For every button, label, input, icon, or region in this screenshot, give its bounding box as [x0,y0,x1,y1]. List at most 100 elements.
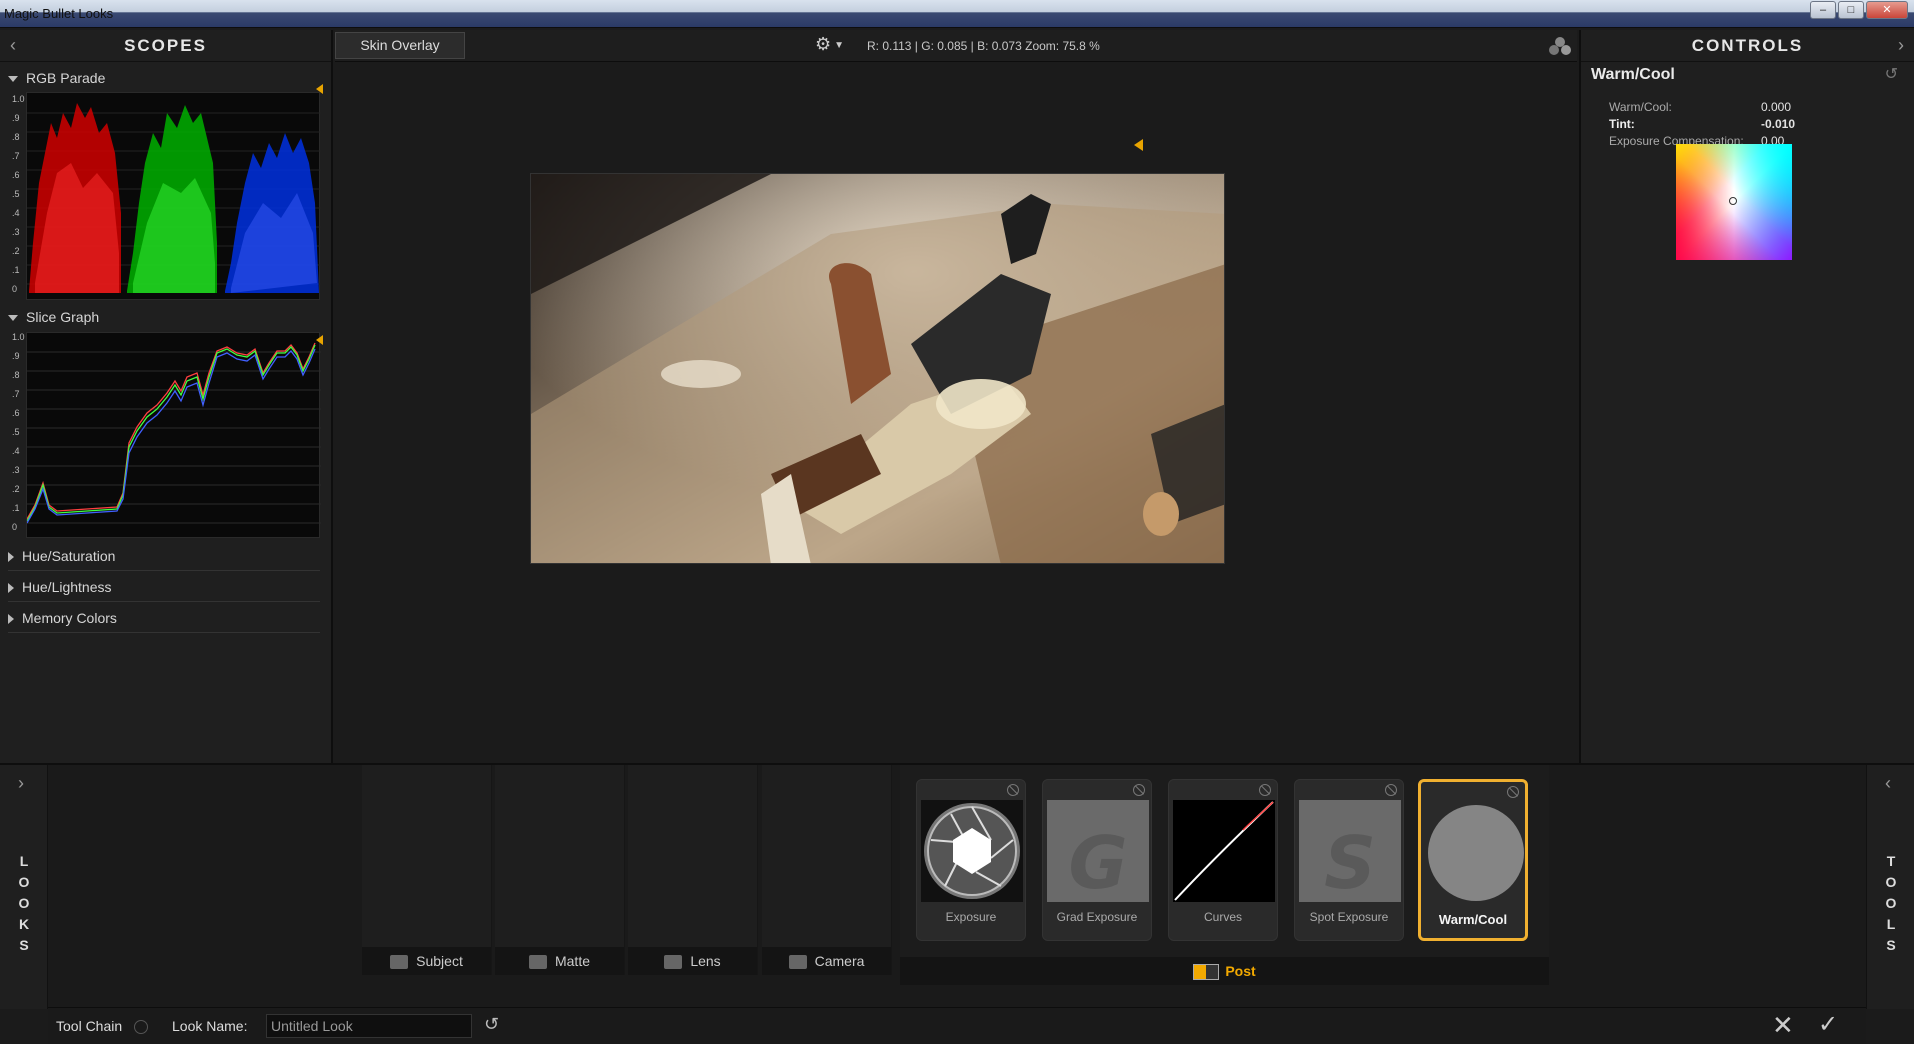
divider [8,601,320,602]
slot-label: Matte [495,947,624,975]
chevron-down-icon: ▼ [834,39,845,51]
slot-label: Camera [762,947,891,975]
slot-matte[interactable]: Matte [495,765,625,975]
tool-card-spot-exposure[interactable]: S Spot Exposure [1294,779,1404,941]
section-rgb-parade[interactable]: RGB Parade [8,70,105,86]
rgb-parade-scale: 1.0 .9 .8 .7 .6 .5 .4 .3 .2 .1 0 [8,90,28,302]
slice-graph-marker[interactable] [316,335,323,345]
color-picker-handle[interactable] [1729,197,1737,205]
tool-name: Spot Exposure [1309,910,1389,924]
tool-name: Exposure [945,910,997,924]
confirm-icon[interactable]: ✓ [1818,1010,1838,1039]
rgb-parade-graphic [27,103,321,293]
scale-label: .6 [12,170,20,180]
divider [8,632,320,633]
bypass-icon[interactable] [1385,784,1397,796]
close-window-button[interactable]: ✕ [1866,1,1908,19]
scale-label: .8 [12,370,20,380]
param-tint[interactable]: Tint: -0.010 [1609,117,1795,131]
look-name-label: Look Name: [172,1018,248,1034]
controls-header: CONTROLS › [1581,30,1914,62]
section-label: Memory Colors [22,610,117,626]
window-titlebar: Magic Bullet Looks – □ ✕ [0,0,1914,28]
scale-label: 0 [12,522,18,532]
collapsed-triangle-icon [8,614,14,625]
expand-looks-icon[interactable]: › [18,773,24,794]
subject-icon [390,955,409,970]
svg-text:G: G [1068,821,1127,902]
tool-card-warm-cool[interactable]: Warm/Cool [1418,779,1528,941]
scale-label: .9 [12,351,20,361]
status-bar: Tool Chain Look Name: Untitled Look ↺ ✕ … [48,1007,1866,1044]
expand-triangle-icon [8,315,18,322]
rgb-parade-marker[interactable] [316,84,323,94]
collapse-right-panel-icon[interactable]: › [1898,35,1904,56]
minimize-button[interactable]: – [1810,1,1836,19]
window-controls: – □ ✕ [1810,1,1908,19]
cancel-icon[interactable]: ✕ [1772,1010,1794,1041]
slice-graph-scope [26,332,321,538]
matte-icon [528,955,547,970]
slot-label: Subject [362,947,491,975]
looks-sidebar[interactable]: › LOOKS [0,765,48,1009]
collapsed-triangle-icon [8,583,14,594]
undo-icon[interactable]: ↺ [484,1014,499,1035]
maximize-button[interactable]: □ [1838,1,1864,19]
tools-label: TOOLS [1885,853,1897,953]
param-label: Tint: [1609,117,1635,131]
expand-tools-icon[interactable]: ‹ [1885,773,1891,794]
scopes-title: SCOPES [124,36,207,55]
scale-label: .3 [12,465,20,475]
look-name-input[interactable]: Untitled Look [266,1014,472,1038]
tool-card-exposure[interactable]: Exposure [916,779,1026,941]
section-memory-colors[interactable]: Memory Colors [8,610,117,626]
bypass-icon[interactable] [1007,784,1019,796]
gear-icon[interactable]: ⚙ ▼ [815,34,844,55]
rgb-parade-scope [26,92,321,300]
section-hue-saturation[interactable]: Hue/Saturation [8,548,115,564]
slice-graph-scale: 1.0 .9 .8 .7 .6 .5 .4 .3 .2 .1 0 [8,330,28,540]
divider [8,570,320,571]
view-options-icon[interactable] [1549,36,1571,56]
slot-subject[interactable]: Subject [362,765,492,975]
scale-label: .7 [12,389,20,399]
param-value[interactable]: 0.000 [1761,100,1791,114]
section-slice-graph[interactable]: Slice Graph [8,309,99,325]
scale-label: .5 [12,189,20,199]
slot-camera[interactable]: Camera [762,765,892,975]
controls-panel: CONTROLS › Warm/Cool ↺ Warm/Cool: 0.000 … [1579,30,1914,763]
bypass-icon[interactable] [1133,784,1145,796]
post-stage-label[interactable]: Post [900,957,1549,985]
scale-label: .4 [12,446,20,456]
tools-sidebar[interactable]: ‹ TOOLS [1866,765,1914,1009]
param-warm-cool[interactable]: Warm/Cool: 0.000 [1609,100,1791,114]
scale-label: .4 [12,208,20,218]
skin-overlay-button[interactable]: Skin Overlay [335,32,465,59]
slot-lens[interactable]: Lens [628,765,758,975]
tool-name: Warm/Cool [1438,912,1508,927]
scale-label: .3 [12,227,20,237]
slot-label: Lens [628,947,757,975]
looks-label: LOOKS [18,853,30,953]
tool-card-grad-exposure[interactable]: G Grad Exposure [1042,779,1152,941]
bypass-icon[interactable] [1507,786,1519,798]
svg-text:S: S [1324,821,1376,902]
scale-label: .2 [12,246,20,256]
bottom-panel: › LOOKS Subject Matte Lens Camera Exposu… [0,763,1914,1009]
grad-exposure-icon: G [1047,800,1149,902]
color-picker-square[interactable] [1676,144,1792,260]
controls-title: CONTROLS [1691,36,1804,55]
image-marker[interactable] [1134,139,1143,151]
param-value[interactable]: -0.010 [1761,117,1795,131]
tool-card-curves[interactable]: Curves [1168,779,1278,941]
viewer-toolbar: Skin Overlay ⚙ ▼ R: 0.113 | G: 0.085 | B:… [335,30,1577,62]
lens-icon [664,955,683,970]
preview-image[interactable] [530,173,1225,564]
tool-title: Warm/Cool [1591,66,1675,83]
scale-label: .7 [12,151,20,161]
bypass-icon[interactable] [134,1020,149,1035]
bypass-icon[interactable] [1259,784,1271,796]
reset-icon[interactable]: ↺ [1885,64,1898,84]
section-hue-lightness[interactable]: Hue/Lightness [8,579,112,595]
tool-chain-button[interactable]: Tool Chain [56,1018,149,1035]
